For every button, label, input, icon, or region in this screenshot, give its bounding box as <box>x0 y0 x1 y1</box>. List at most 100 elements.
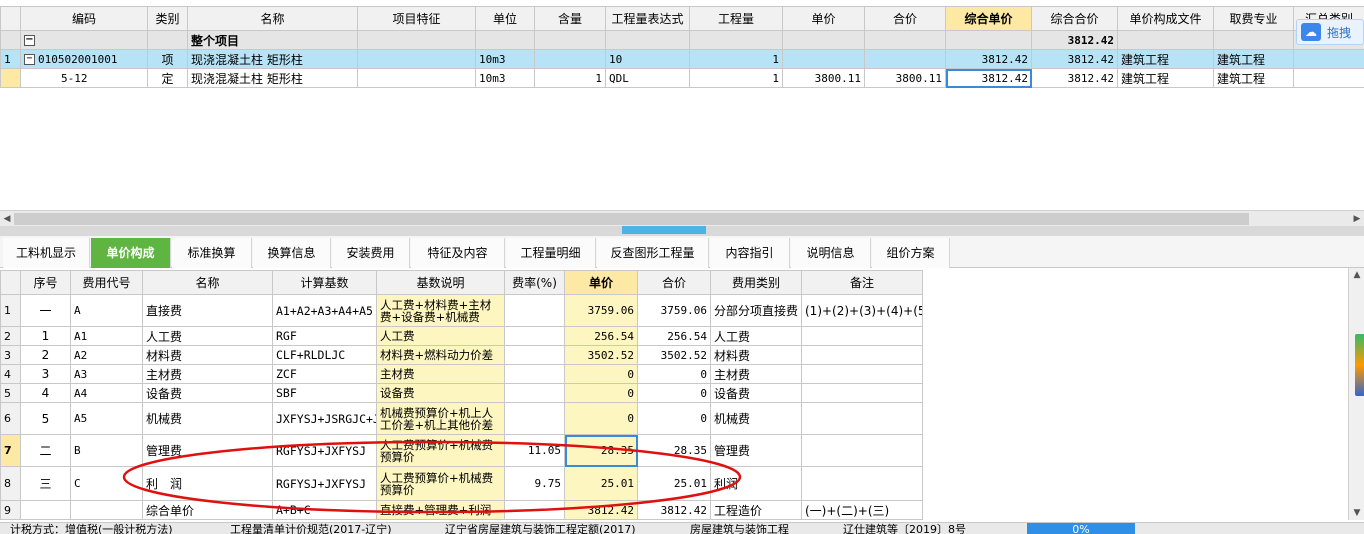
col-header-remark[interactable]: 备注 <box>801 270 923 295</box>
cell-seq[interactable]: 5 <box>20 402 71 435</box>
table-row[interactable]: 8三C利 润 RGFYSJ+JXFYSJ 人工费预算价+机械费预算价 9.75 25.0… <box>0 466 923 501</box>
cell-code[interactable]: A2 <box>70 345 143 365</box>
col-header-name[interactable]: 名称 <box>187 6 358 31</box>
col-header-base[interactable]: 计算基数 <box>272 270 377 295</box>
cell-cat[interactable]: 主材费 <box>710 364 802 384</box>
cell-desc[interactable]: 人工费+材料费+主材费+设备费+机械费 <box>376 294 505 327</box>
cell-base[interactable]: RGFYSJ+JXFYSJ <box>272 434 377 467</box>
col-header-unit-price[interactable]: 综合单价 <box>945 6 1032 31</box>
cell-sum[interactable]: 0 <box>637 383 711 403</box>
cell-price[interactable]: 256.54 <box>564 326 638 346</box>
cell-seq[interactable]: 2 <box>20 345 71 365</box>
cell-note[interactable] <box>801 326 923 346</box>
table-row[interactable]: 7 二 B 管理费 RGFYSJ+JXFYSJ 人工费预算价+机械费预算价 11.05 28.… <box>0 434 923 467</box>
cell-seq[interactable]: 4 <box>20 383 71 403</box>
col-header-unit-price[interactable]: 单价 <box>564 270 638 295</box>
cell-name[interactable]: 主材费 <box>142 364 273 384</box>
col-header-qty[interactable]: 工程量 <box>689 6 783 31</box>
col-header-fee-name[interactable]: 名称 <box>142 270 273 295</box>
cell-note[interactable] <box>801 345 923 365</box>
cell-code[interactable]: B <box>70 434 143 467</box>
collapse-icon[interactable]: − <box>24 54 35 65</box>
table-row[interactable]: 5-12 定 现浇混凝土柱 矩形柱 10m3 1 QDL 1 3800.11 3… <box>0 68 1364 88</box>
scroll-thumb[interactable] <box>14 213 1249 225</box>
cell-base[interactable]: CLF+RLDLJC <box>272 345 377 365</box>
table-row[interactable]: 5 4 A4 设备费 SBF 设备费 0 0 设备费 <box>0 383 923 403</box>
cell-name[interactable]: 直接费 <box>142 294 273 327</box>
col-header-feature[interactable]: 项目特征 <box>357 6 476 31</box>
splitter-handle[interactable] <box>622 226 706 234</box>
cell-rate[interactable] <box>504 383 565 403</box>
drag-button[interactable]: ☁ 拖拽 <box>1296 19 1364 45</box>
cell-rate[interactable]: 11.05 <box>504 434 565 467</box>
cell-cat[interactable]: 利润 <box>710 466 802 501</box>
col-header-price[interactable]: 单价 <box>782 6 865 31</box>
cell-price[interactable]: 3759.06 <box>564 294 638 327</box>
cell-desc[interactable]: 机械费预算价+机上人工价差+机上其他价差 <box>376 402 505 435</box>
table-row[interactable]: 65A5机械费JXFYSJ+JSRGJC+JSQTJC机械费预算价+机上人工价差… <box>0 402 923 435</box>
cell-cat[interactable]: 工程造价 <box>710 500 802 520</box>
vertical-scrollbar[interactable]: ▲ ▼ <box>1348 268 1364 520</box>
cell-cat[interactable]: 管理费 <box>710 434 802 467</box>
cell-name[interactable]: 材料费 <box>142 345 273 365</box>
cell-cat[interactable]: 设备费 <box>710 383 802 403</box>
scroll-up-icon[interactable]: ▲ <box>1349 268 1364 282</box>
tab-feature-content[interactable]: 特征及内容 <box>411 238 505 268</box>
col-header-rate[interactable]: 费率(%) <box>504 270 565 295</box>
cell-code[interactable]: A3 <box>70 364 143 384</box>
cell-sum[interactable]: 25.01 <box>637 466 711 501</box>
scroll-down-icon[interactable]: ▼ <box>1349 506 1364 520</box>
tab-content-guide[interactable]: 内容指引 <box>710 238 790 268</box>
table-row[interactable]: 1 −010502001001 项 现浇混凝土柱 矩形柱 10m3 10 1 3… <box>0 49 1364 69</box>
cell-seq[interactable]: 一 <box>20 294 71 327</box>
cell-base[interactable]: RGF <box>272 326 377 346</box>
cell-sum[interactable]: 0 <box>637 402 711 435</box>
col-header-code[interactable]: 编码 <box>20 6 148 31</box>
cell-code[interactable]: A4 <box>70 383 143 403</box>
col-header-major[interactable]: 取费专业 <box>1213 6 1294 31</box>
cell-rate[interactable] <box>504 345 565 365</box>
cell-rate[interactable] <box>504 402 565 435</box>
cell-seq[interactable] <box>20 500 71 520</box>
tab-pricing-plan[interactable]: 组价方案 <box>872 238 950 268</box>
cell-code[interactable]: C <box>70 466 143 501</box>
cell-name[interactable]: 人工费 <box>142 326 273 346</box>
cell-name[interactable]: 利 润 <box>142 466 273 501</box>
cell-cat[interactable]: 机械费 <box>710 402 802 435</box>
cell-seq[interactable]: 3 <box>20 364 71 384</box>
cell-rate[interactable]: 9.75 <box>504 466 565 501</box>
tab-standard-conversion[interactable]: 标准换算 <box>172 238 252 268</box>
cell-base[interactable]: A+B+C <box>272 500 377 520</box>
col-header-unit[interactable]: 单位 <box>475 6 535 31</box>
collapse-icon[interactable]: − <box>24 35 35 46</box>
cell-cat[interactable]: 分部分项直接费 <box>710 294 802 327</box>
cell-sum[interactable]: 3759.06 <box>637 294 711 327</box>
tab-price-composition[interactable]: 单价构成 <box>91 238 171 268</box>
cell-desc[interactable]: 人工费预算价+机械费预算价 <box>376 434 505 467</box>
cell-name[interactable]: 机械费 <box>142 402 273 435</box>
scroll-left-icon[interactable]: ◀ <box>1 212 13 226</box>
tab-material[interactable]: 工料机显示 <box>3 238 90 268</box>
cell-rate[interactable] <box>504 326 565 346</box>
panel-splitter[interactable] <box>0 226 1364 236</box>
cell-sum[interactable]: 3502.52 <box>637 345 711 365</box>
col-header-content[interactable]: 含量 <box>534 6 606 31</box>
tab-conversion-info[interactable]: 换算信息 <box>253 238 331 268</box>
table-row[interactable]: 9 综合单价 A+B+C 直接费+管理费+利润 3812.42 3812.42 工程造价 (一… <box>0 500 923 520</box>
cell-note[interactable] <box>801 466 923 501</box>
cell-note[interactable] <box>801 434 923 467</box>
tab-install-fee[interactable]: 安装费用 <box>332 238 410 268</box>
cell-desc[interactable]: 直接费+管理费+利润 <box>376 500 505 520</box>
cell-price[interactable]: 3812.42 <box>564 500 638 520</box>
cell-sum[interactable]: 256.54 <box>637 326 711 346</box>
cell-base[interactable]: JXFYSJ+JSRGJC+JSQTJC <box>272 402 377 435</box>
cell-sum[interactable]: 28.35 <box>637 434 711 467</box>
col-header-file[interactable]: 单价构成文件 <box>1117 6 1214 31</box>
cell-code[interactable]: A <box>70 294 143 327</box>
cell-desc[interactable]: 设备费 <box>376 383 505 403</box>
cell-sum[interactable]: 3812.42 <box>637 500 711 520</box>
cell-code[interactable] <box>70 500 143 520</box>
cell-cat[interactable]: 材料费 <box>710 345 802 365</box>
cell-desc[interactable]: 人工费 <box>376 326 505 346</box>
col-header-fee-category[interactable]: 费用类别 <box>710 270 802 295</box>
